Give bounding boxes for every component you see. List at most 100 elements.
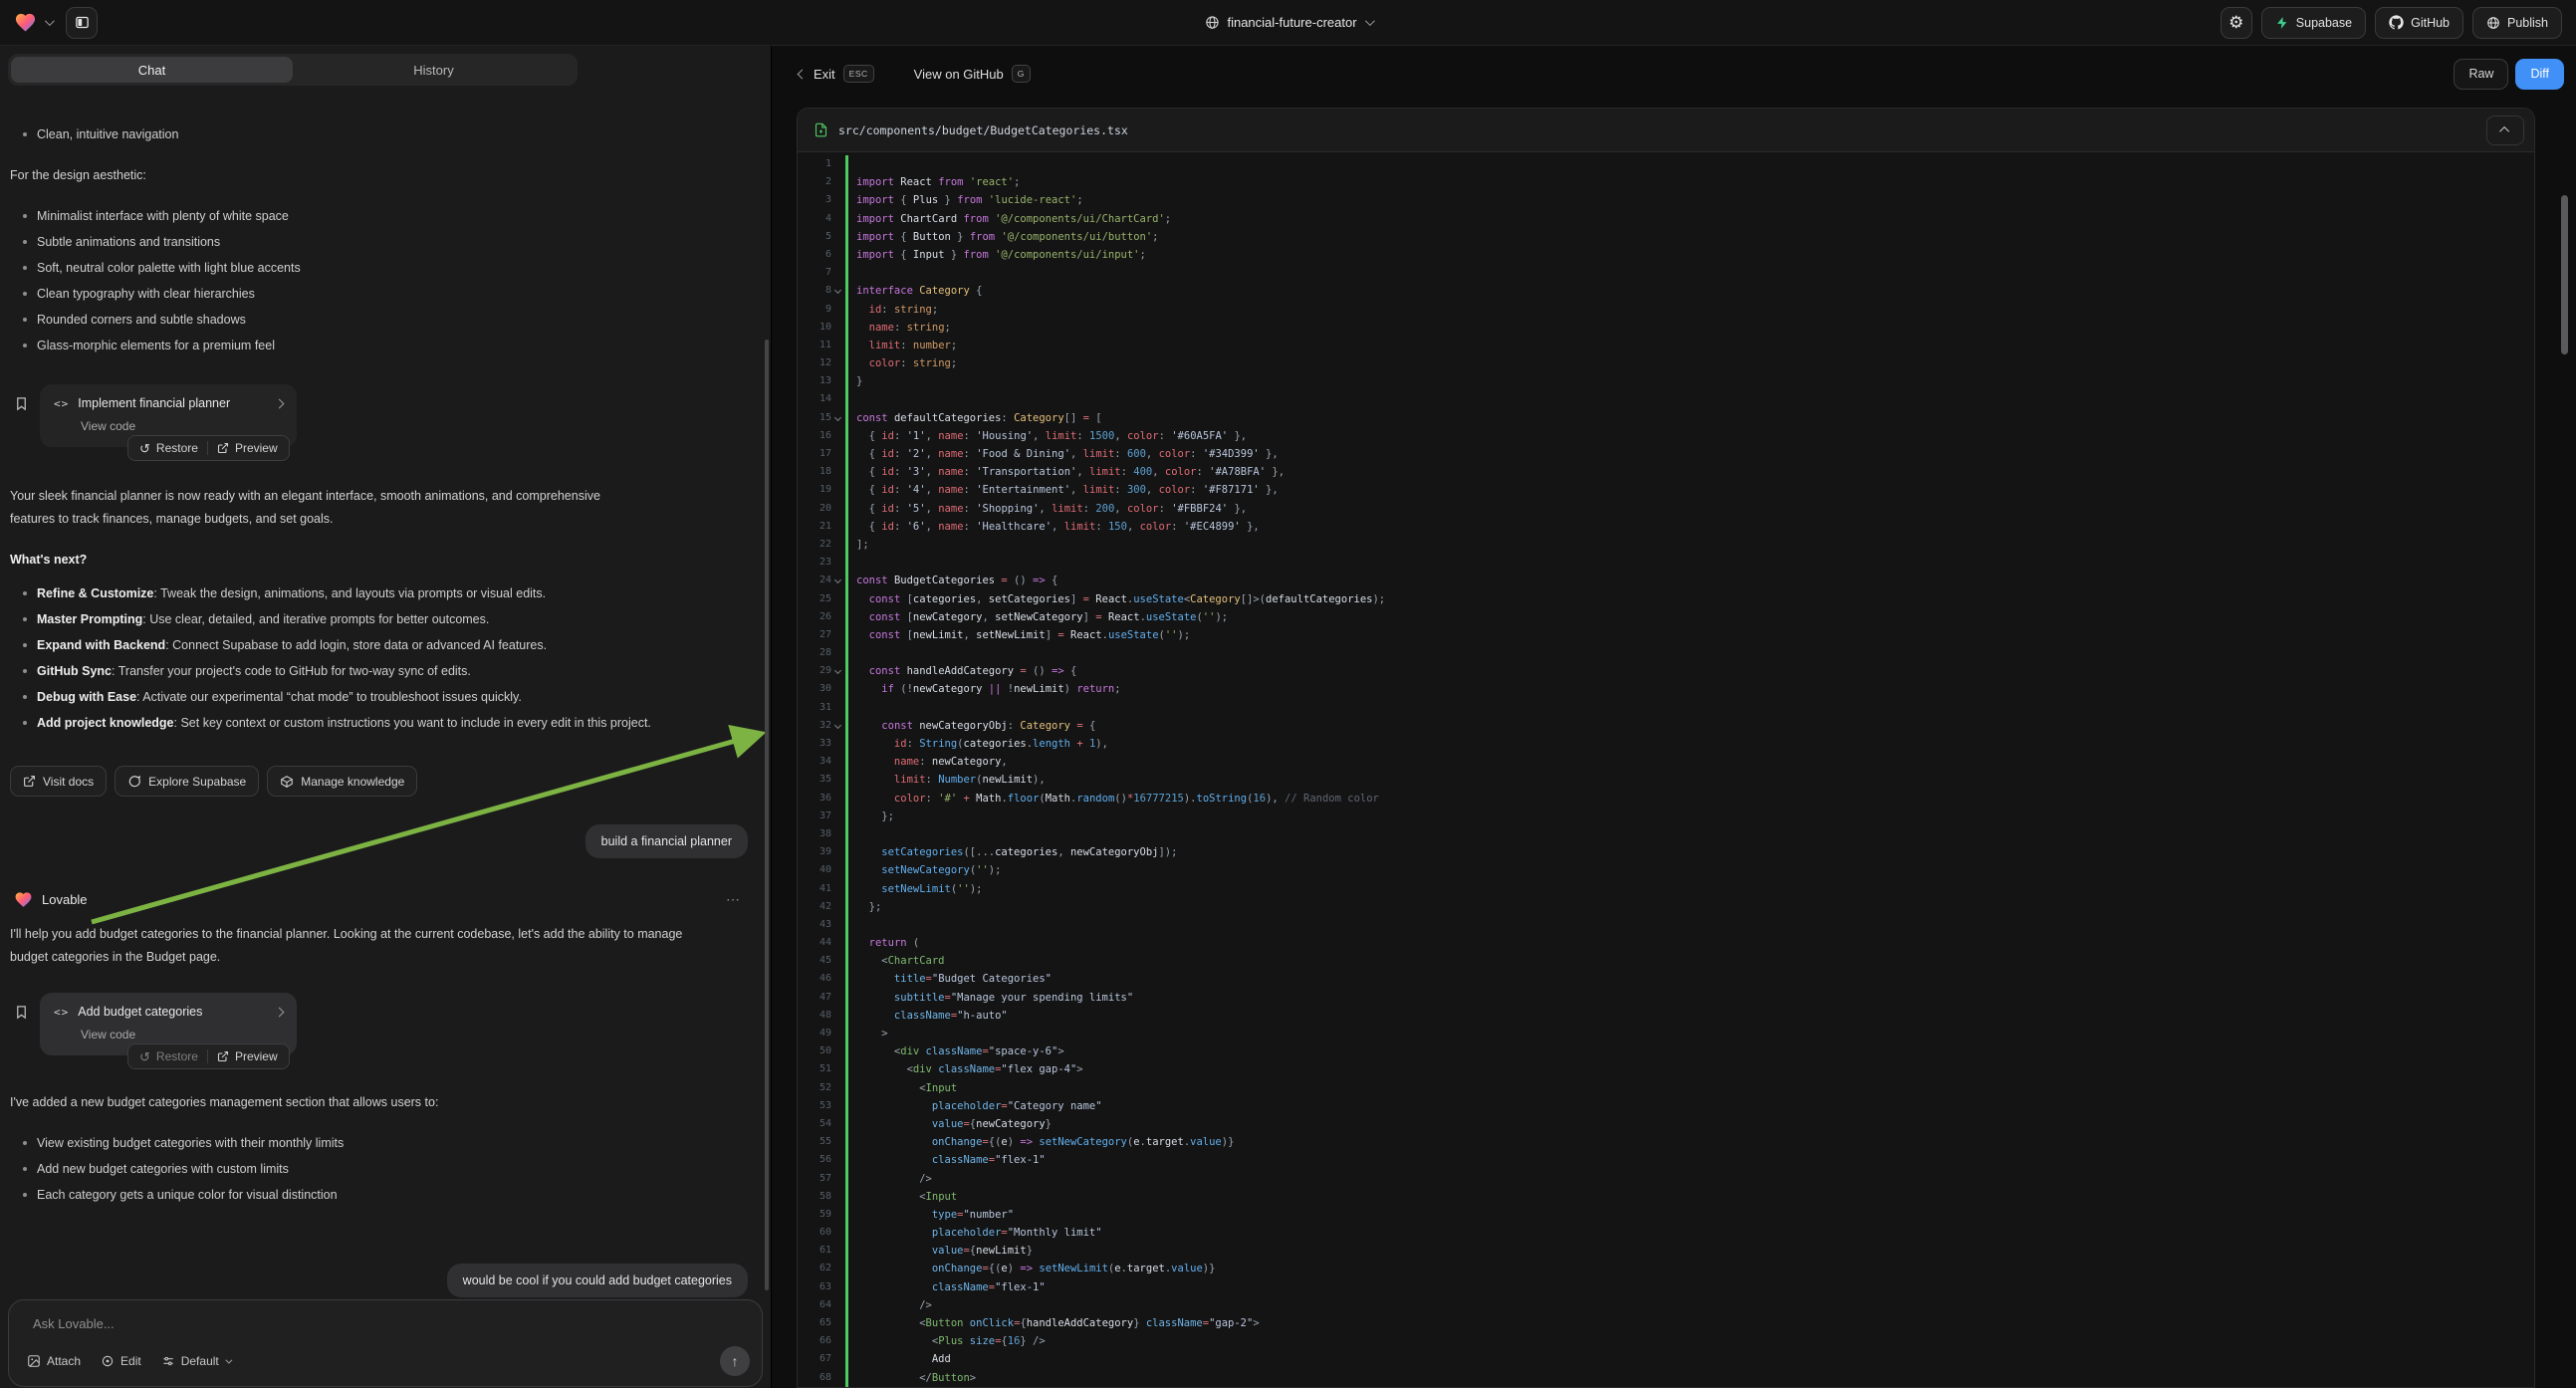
fold-toggle [831, 463, 845, 481]
fold-toggle[interactable] [831, 662, 845, 680]
supabase-label: Supabase [2296, 16, 2352, 30]
fold-toggle [831, 989, 845, 1007]
line-number: 62 [798, 1260, 831, 1277]
code-line: 43 [798, 916, 2534, 934]
tab-chat[interactable]: Chat [11, 57, 293, 83]
line-number: 57 [798, 1170, 831, 1188]
publish-button[interactable]: Publish [2472, 7, 2562, 39]
code-line: 12 color: string; [798, 354, 2534, 372]
preview-button[interactable]: Preview [217, 1049, 278, 1063]
send-button[interactable]: ↑ [720, 1346, 750, 1376]
fold-toggle [831, 825, 845, 843]
version-card-add-budget-categories[interactable]: <> Add budget categories View code ↺ Res… [40, 993, 297, 1055]
fold-toggle [831, 1170, 845, 1188]
list-item: Expand with Backend: Connect Supabase to… [10, 632, 758, 658]
lovable-heart-icon [14, 890, 33, 909]
fold-toggle[interactable] [831, 572, 845, 589]
fold-toggle [831, 390, 845, 408]
chat-input[interactable] [33, 1316, 630, 1331]
edit-button[interactable]: Edit [101, 1354, 141, 1368]
view-code-link[interactable]: View code [81, 419, 283, 433]
tab-history[interactable]: History [293, 57, 575, 83]
chat-scrollbar[interactable] [765, 340, 769, 1290]
fold-toggle[interactable] [831, 282, 845, 300]
line-number: 41 [798, 880, 831, 898]
fold-toggle [831, 372, 845, 390]
fold-toggle [831, 173, 845, 191]
github-button[interactable]: GitHub [2375, 7, 2463, 39]
attach-button[interactable]: Attach [27, 1354, 81, 1368]
fold-toggle [831, 554, 845, 572]
bookmark-icon[interactable] [14, 1005, 29, 1055]
external-link-icon [217, 442, 229, 454]
list-item: Soft, neutral color palette with light b… [10, 255, 758, 281]
publish-label: Publish [2507, 16, 2548, 30]
preview-button[interactable]: Preview [217, 441, 278, 455]
code-lines[interactable]: 12import React from 'react';3import { Pl… [798, 152, 2534, 1387]
fold-toggle [831, 1278, 845, 1296]
code-brackets-icon: <> [54, 1006, 69, 1019]
list-item: Each category gets a unique color for vi… [10, 1182, 758, 1208]
whats-next-list: Refine & Customize: Tweak the design, an… [10, 580, 758, 736]
code-line: 64 /> [798, 1296, 2534, 1314]
chevron-down-icon [834, 722, 841, 729]
fold-toggle [831, 445, 845, 463]
code-scrollbar[interactable] [2561, 195, 2568, 354]
chat-scroll-area[interactable]: Clean, intuitive navigation For the desi… [0, 94, 772, 1338]
version-card-implement-financial-planner[interactable]: <> Implement financial planner View code… [40, 384, 297, 447]
chat-input-box[interactable]: Attach Edit Default ↑ [8, 1299, 763, 1387]
chat-history-tabs: Chat History [8, 54, 578, 86]
code-line: 33 id: String(categories.length + 1), [798, 735, 2534, 753]
file-header[interactable]: src/components/budget/BudgetCategories.t… [798, 109, 2534, 152]
line-number: 6 [798, 246, 831, 264]
explore-supabase-button[interactable]: Explore Supabase [115, 766, 259, 797]
fold-toggle [831, 191, 845, 209]
list-item: Minimalist interface with plenty of whit… [10, 203, 758, 229]
user-message: build a financial planner [585, 824, 748, 858]
exit-button[interactable]: Exit ESC [799, 65, 874, 83]
fold-toggle[interactable] [831, 717, 845, 735]
code-line: 10 name: string; [798, 319, 2534, 337]
raw-toggle-button[interactable]: Raw [2454, 59, 2508, 90]
line-number: 20 [798, 500, 831, 518]
diff-toggle-button[interactable]: Diff [2515, 59, 2564, 90]
code-line: 30 if (!newCategory || !newLimit) return… [798, 680, 2534, 698]
restore-icon: ↺ [139, 1050, 150, 1063]
chevron-right-icon[interactable] [275, 398, 285, 408]
settings-button[interactable]: ⚙ [2221, 7, 2252, 39]
design-bullet-list: Minimalist interface with plenty of whit… [10, 203, 758, 358]
line-number: 35 [798, 771, 831, 789]
bookmark-icon[interactable] [14, 396, 29, 447]
workspace-chevron-down-icon[interactable] [45, 16, 55, 26]
external-link-icon [23, 775, 36, 788]
collapse-file-button[interactable] [2486, 116, 2524, 145]
fold-toggle [831, 898, 845, 916]
lovable-logo-icon[interactable] [14, 11, 37, 34]
code-line: 59 type="number" [798, 1206, 2534, 1224]
line-number: 59 [798, 1206, 831, 1224]
github-icon [2389, 15, 2404, 30]
more-options-icon[interactable]: ⋯ [726, 891, 742, 908]
toggle-sidebar-button[interactable] [66, 7, 98, 39]
line-number: 42 [798, 898, 831, 916]
code-line: 60 placeholder="Monthly limit" [798, 1224, 2534, 1242]
code-line: 3import { Plus } from 'lucide-react'; [798, 191, 2534, 209]
chat-panel: Chat History Clean, intuitive navigation… [0, 46, 772, 1388]
chevron-right-icon[interactable] [275, 1007, 285, 1017]
view-on-github-button[interactable]: View on GitHub G [914, 65, 1031, 83]
code-line: 31 [798, 699, 2534, 717]
fold-toggle[interactable] [831, 409, 845, 427]
view-code-link[interactable]: View code [81, 1028, 283, 1041]
restore-button[interactable]: ↺ Restore [139, 441, 198, 455]
project-switcher[interactable]: financial-future-creator [1204, 15, 1371, 30]
line-number: 28 [798, 644, 831, 662]
line-number: 48 [798, 1007, 831, 1025]
mode-select[interactable]: Default [161, 1354, 230, 1368]
code-line: 8interface Category { [798, 282, 2534, 300]
fold-toggle [831, 1350, 845, 1368]
supabase-button[interactable]: Supabase [2261, 7, 2366, 39]
manage-knowledge-button[interactable]: Manage knowledge [267, 766, 417, 797]
visit-docs-button[interactable]: Visit docs [10, 766, 107, 797]
restore-button[interactable]: ↺ Restore [139, 1049, 198, 1063]
list-item: View existing budget categories with the… [10, 1130, 758, 1156]
